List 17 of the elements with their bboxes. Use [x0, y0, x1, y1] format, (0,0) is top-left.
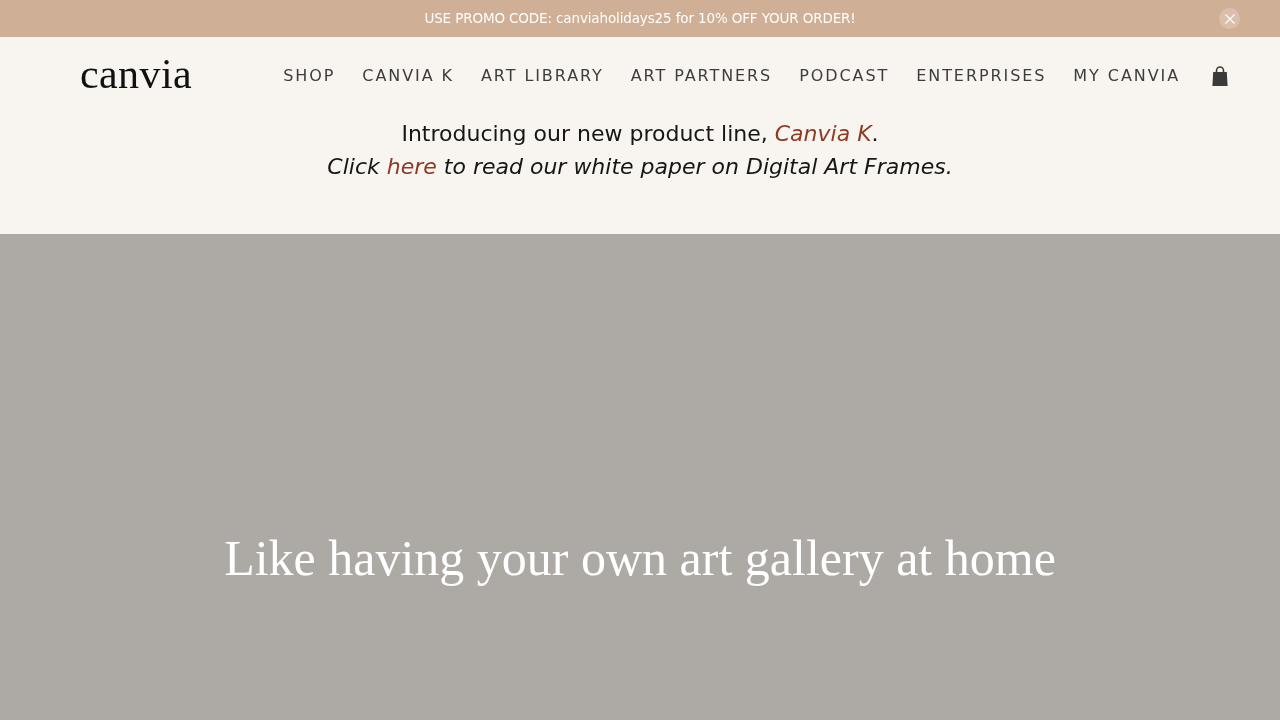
nav-link[interactable]: MY CANVIA — [1073, 64, 1180, 88]
close-icon — [1224, 13, 1235, 24]
cart-button[interactable] — [1212, 66, 1228, 86]
text-link[interactable]: here — [386, 154, 437, 179]
promo-text: USE PROMO CODE: canviaholidays25 for 10% OFF YOUR ORDER! — [424, 9, 856, 29]
nav-link[interactable]: PODCAST — [799, 64, 890, 88]
nav-link[interactable]: CANVIA K — [362, 64, 454, 88]
shopping-bag-icon — [1212, 66, 1228, 86]
nav-link[interactable]: ART LIBRARY — [480, 64, 604, 88]
nav-link[interactable]: ENTERPRISES — [916, 64, 1047, 88]
nav-link[interactable]: ART PARTNERS — [630, 64, 773, 88]
hero-heading: Like having your own art gallery at home — [224, 529, 1056, 588]
announcement-text: Click here to read our white paper on Digital Art Frames. — [327, 153, 953, 181]
nav-link[interactable]: SHOP — [283, 64, 336, 88]
announcement-text: Introducing our new product line, Canvia K. — [401, 120, 879, 148]
text-link[interactable]: Canvia K — [774, 121, 872, 146]
logo[interactable]: canvia — [80, 53, 193, 99]
